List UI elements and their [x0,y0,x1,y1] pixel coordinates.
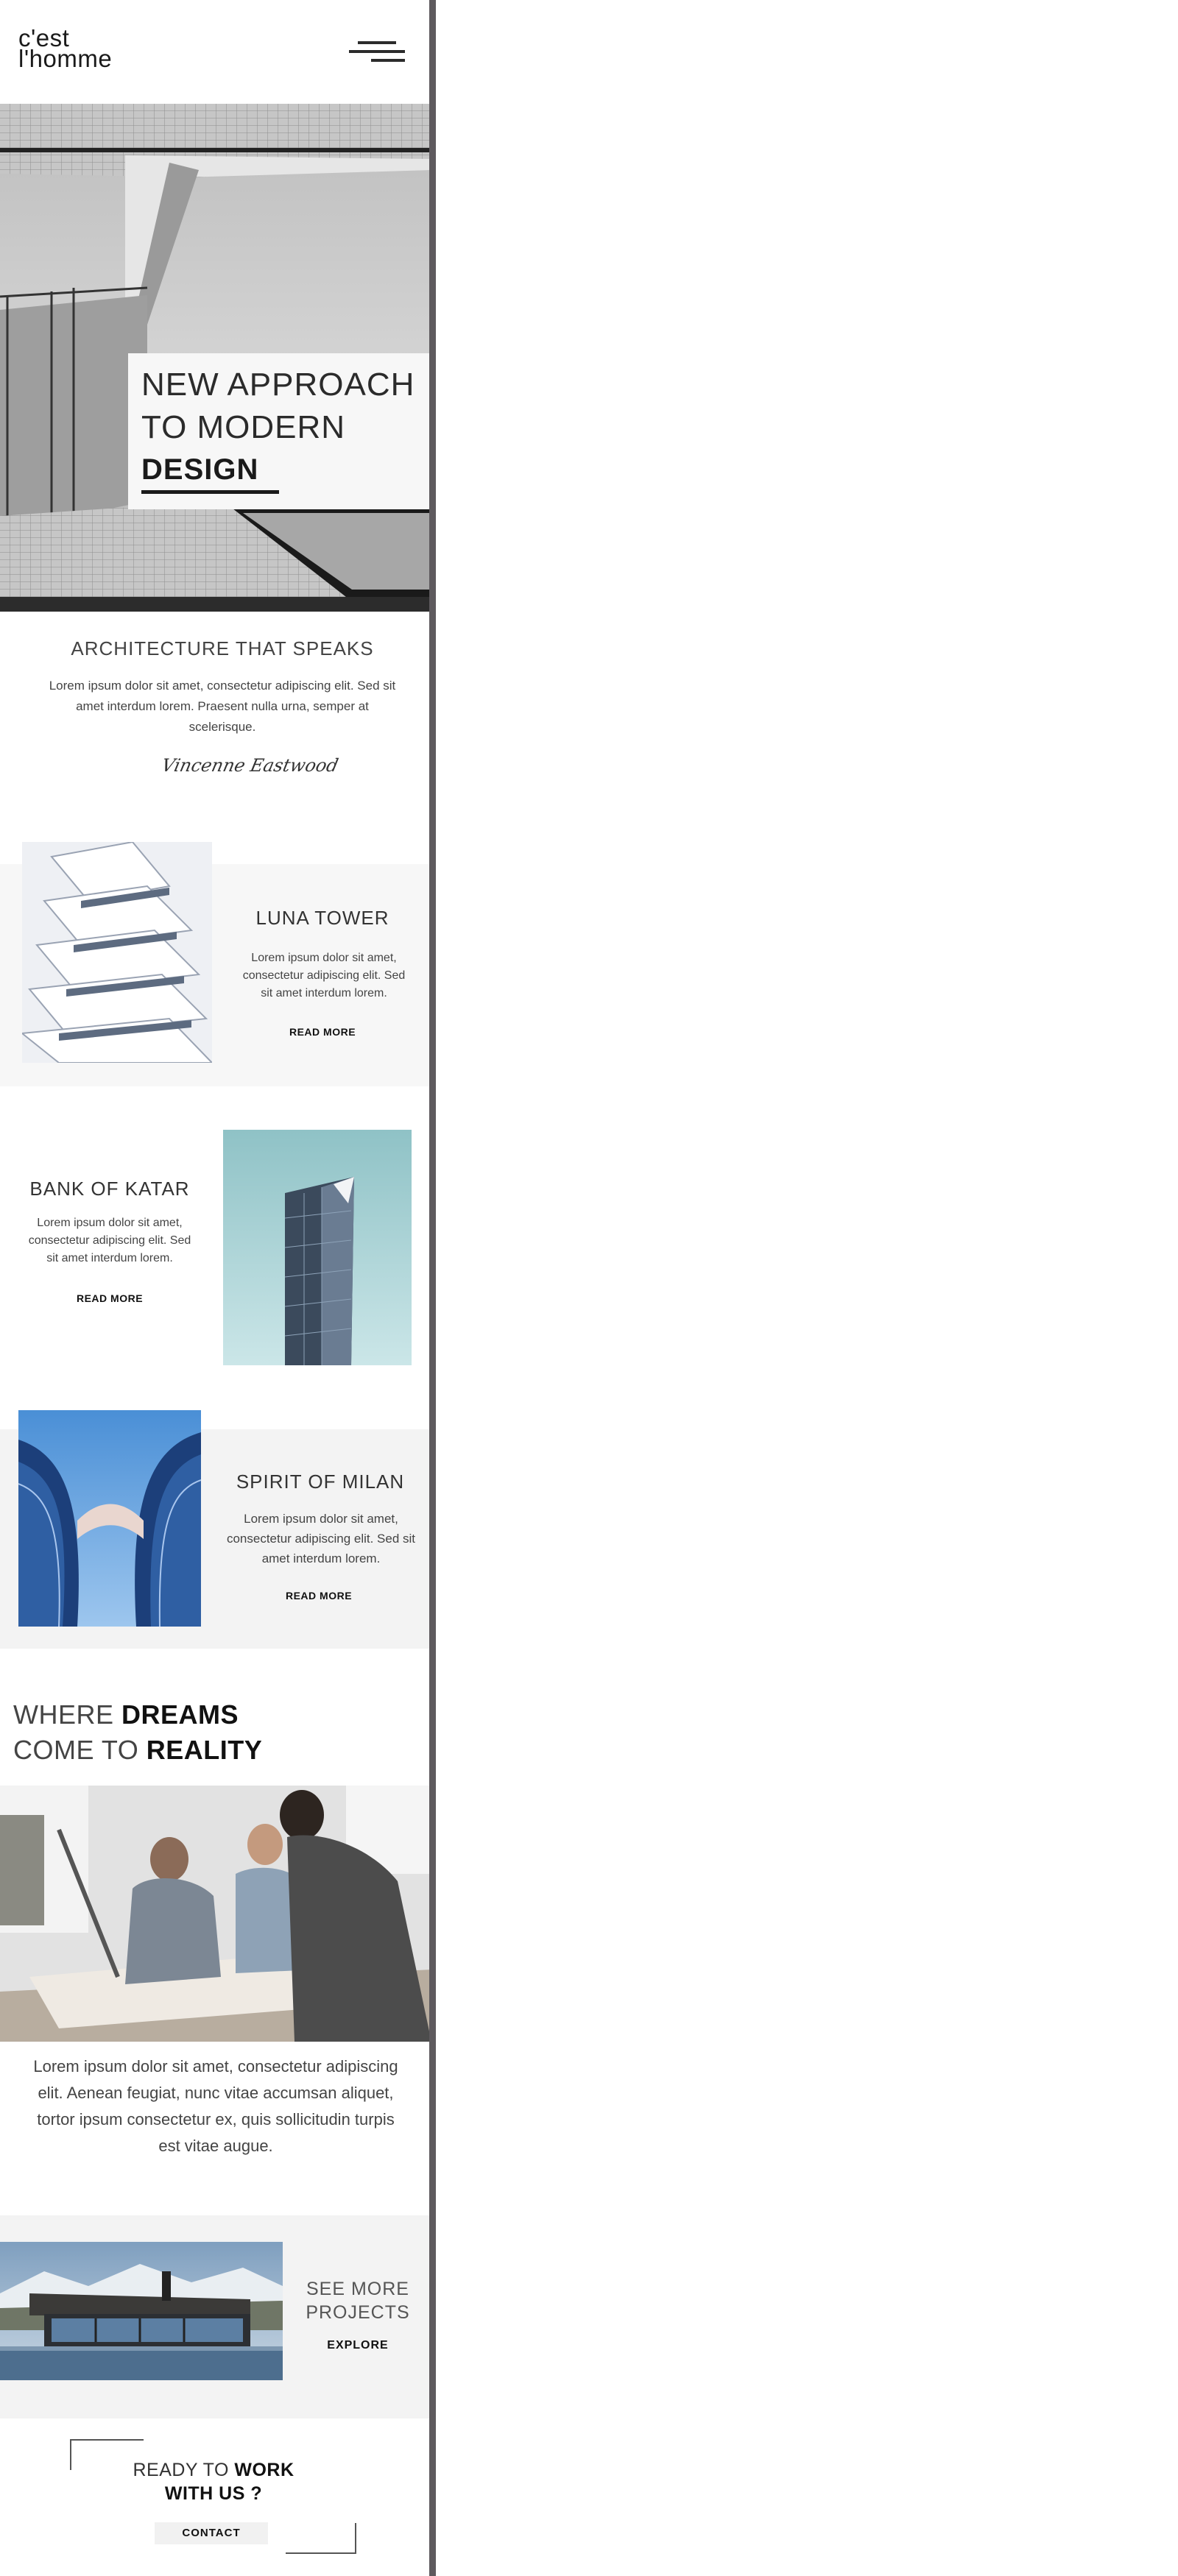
dreams-word-strong: REALITY [146,1735,263,1765]
hero-headline-line-1: NEW APPROACH [141,367,415,403]
project-text: Lorem ipsum dolor sit amet, consectetur … [28,1217,191,1264]
see-more-line-2: PROJECTS [306,2302,410,2323]
intro-text: Lorem ipsum dolor sit amet, consectetur … [49,679,396,734]
team-photo [0,1786,431,2042]
project-title: SPIRIT OF MILAN [236,1471,405,1493]
hero-headline-box: NEW APPROACH TO MODERN DESIGN [128,353,431,509]
explore-button[interactable]: EXPLORE [293,2339,423,2352]
dreams-text: Lorem ipsum dolor sit amet, consectetur … [33,2057,398,2155]
cta-word: READY TO [133,2460,229,2480]
menu-bar [371,59,405,62]
intro-title: ARCHITECTURE THAT SPEAKS [71,637,374,659]
see-more-image[interactable] [0,2242,283,2380]
contact-button[interactable]: CONTACT [155,2522,268,2544]
hero-headline-line-2: TO MODERN [141,409,346,445]
signature: Vincenne Eastwood [160,755,341,776]
hero-image: NEW APPROACH TO MODERN DESIGN [0,104,431,612]
brand-line-2: l'homme [18,45,113,72]
skyscraper-photo [223,1130,412,1365]
dreams-heading: WHERE DREAMS COME TO REALITY [13,1697,262,1768]
landing-page: c'est l'homme NEW APPROACH TO MODERN DES… [0,0,431,2576]
read-more-link[interactable]: READ MORE [250,1026,395,1038]
hero-headline-line-3: DESIGN [141,449,280,494]
bracket-decoration [286,2523,356,2554]
see-more-title: SEE MORE PROJECTS [293,2277,423,2324]
project-image-luna-tower[interactable] [22,842,212,1063]
curved-building-photo [18,1410,201,1627]
brand-logo[interactable]: c'est l'homme [18,26,113,72]
project-image-bank-of-katar[interactable] [223,1130,412,1365]
page-divider [429,0,436,2576]
see-more-line-1: SEE MORE [306,2279,409,2299]
hamburger-menu-icon[interactable] [349,41,405,65]
cta-heading: READY TO WORK WITH US ? [66,2458,361,2505]
project-text: Lorem ipsum dolor sit amet, consectetur … [226,1512,416,1565]
dreams-word: WHERE [13,1699,114,1730]
project-image-spirit-of-milan[interactable] [18,1410,201,1627]
project-title: BANK OF KATAR [29,1178,190,1200]
dreams-word-strong: DREAMS [121,1699,239,1730]
tower-photo [22,842,212,1063]
cta-word-strong: WORK [234,2460,294,2480]
read-more-link[interactable]: READ MORE [37,1292,183,1304]
mountain-house-photo [0,2242,283,2380]
read-more-link[interactable]: READ MORE [243,1590,395,1602]
project-text: Lorem ipsum dolor sit amet, consectetur … [242,952,406,999]
dreams-word: COME TO [13,1735,139,1765]
team-working-photo [0,1786,431,2042]
menu-bar [358,41,396,44]
cta-word-strong: WITH US ? [164,2483,263,2504]
menu-bar [349,50,405,53]
project-title: LUNA TOWER [255,907,389,929]
